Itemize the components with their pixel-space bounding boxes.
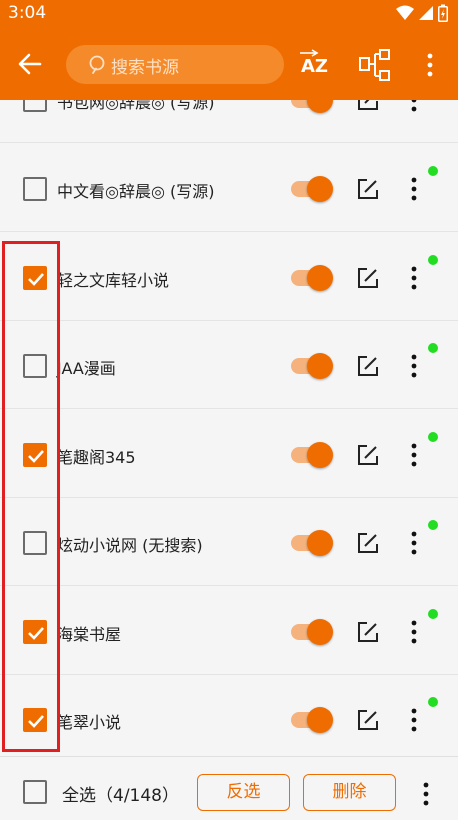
battery-icon xyxy=(438,4,448,22)
more-vert-icon xyxy=(411,177,417,201)
status-dot xyxy=(428,343,438,353)
more-vert-icon xyxy=(427,53,433,77)
edit-button[interactable] xyxy=(356,531,380,555)
sort-az-icon: AZ xyxy=(300,49,328,77)
edit-button[interactable] xyxy=(356,177,380,201)
edit-icon xyxy=(358,710,378,730)
edit-icon xyxy=(358,356,378,376)
row-more-button[interactable] xyxy=(404,619,424,645)
enable-switch[interactable] xyxy=(291,703,333,737)
enable-switch[interactable] xyxy=(291,261,333,295)
edit-button[interactable] xyxy=(356,100,380,112)
edit-icon xyxy=(358,268,378,288)
source-name: 书包网◎辞晨◎ (写源) xyxy=(57,100,215,112)
edit-button[interactable] xyxy=(356,708,380,732)
row-more-button[interactable] xyxy=(404,530,424,556)
search-input[interactable]: 搜索书源 xyxy=(66,45,284,84)
bottom-more-button[interactable] xyxy=(416,781,436,807)
edit-icon xyxy=(358,445,378,465)
selection-highlight-box xyxy=(2,241,60,752)
row-more-button[interactable] xyxy=(404,353,424,379)
row-checkbox[interactable] xyxy=(23,100,47,112)
status-dot xyxy=(428,166,438,176)
status-bar: 3:04 xyxy=(0,0,458,28)
list-item[interactable]: 笔趣阁345 xyxy=(0,410,458,498)
row-more-button[interactable] xyxy=(404,707,424,733)
list-item[interactable]: 书包网◎辞晨◎ (写源) xyxy=(0,100,458,143)
select-all-label[interactable]: 全选（4/148） xyxy=(62,781,179,806)
enable-switch[interactable] xyxy=(291,100,333,117)
status-dot xyxy=(428,520,438,530)
status-dot xyxy=(428,255,438,265)
source-name: 轻之文库轻小说 xyxy=(57,271,170,290)
edit-button[interactable] xyxy=(356,620,380,644)
enable-switch[interactable] xyxy=(291,349,333,383)
status-dot xyxy=(428,432,438,442)
more-vert-icon xyxy=(411,443,417,467)
sort-az-button[interactable]: AZ xyxy=(294,48,334,82)
source-name: 中文看◎辞晨◎ (写源) xyxy=(57,182,215,201)
arrow-back-icon xyxy=(18,53,42,75)
more-vert-icon xyxy=(411,531,417,555)
source-name: JAA漫画 xyxy=(57,359,116,378)
edit-icon xyxy=(358,533,378,553)
search-icon xyxy=(89,55,105,74)
group-icon xyxy=(359,49,390,81)
more-vert-icon xyxy=(423,782,429,806)
wifi-icon xyxy=(396,5,414,20)
more-vert-icon xyxy=(411,354,417,378)
app-bar: 搜索书源 AZ xyxy=(0,28,458,100)
list-item[interactable]: 炫动小说网 (无搜索) xyxy=(0,498,458,586)
edit-icon xyxy=(358,179,378,199)
row-more-button[interactable] xyxy=(404,265,424,291)
more-vert-icon xyxy=(411,266,417,290)
status-time: 3:04 xyxy=(8,3,47,23)
invert-selection-button[interactable]: 反选 xyxy=(197,774,290,811)
list-item[interactable]: 海棠书屋 xyxy=(0,587,458,675)
more-vert-icon xyxy=(411,100,417,112)
search-placeholder: 搜索书源 xyxy=(111,58,179,78)
edit-icon xyxy=(358,100,378,110)
status-dot xyxy=(428,697,438,707)
more-vert-icon xyxy=(411,620,417,644)
enable-switch[interactable] xyxy=(291,172,333,206)
list-item[interactable]: 中文看◎辞晨◎ (写源) xyxy=(0,144,458,232)
row-more-button[interactable] xyxy=(404,100,424,113)
signal-icon xyxy=(419,6,433,20)
source-name: 海棠书屋 xyxy=(57,625,122,644)
select-all-checkbox[interactable] xyxy=(23,780,47,804)
list-item[interactable]: JAA漫画 xyxy=(0,321,458,409)
list-item[interactable]: 笔翠小说 xyxy=(0,675,458,756)
row-checkbox[interactable] xyxy=(23,177,47,201)
source-list[interactable]: 书包网◎辞晨◎ (写源) 中文看◎辞晨◎ (写源) 轻之文库轻小说 JAA漫画 … xyxy=(0,100,458,756)
more-vert-icon xyxy=(411,708,417,732)
source-name: 笔趣阁345 xyxy=(57,448,136,467)
source-name: 笔翠小说 xyxy=(57,713,122,732)
enable-switch[interactable] xyxy=(291,526,333,560)
sort-az-label: AZ xyxy=(301,56,328,77)
source-name: 炫动小说网 (无搜索) xyxy=(57,536,203,555)
row-more-button[interactable] xyxy=(404,176,424,202)
enable-switch[interactable] xyxy=(291,615,333,649)
row-more-button[interactable] xyxy=(404,442,424,468)
group-button[interactable] xyxy=(358,48,394,82)
delete-button[interactable]: 删除 xyxy=(303,774,396,811)
edit-button[interactable] xyxy=(356,354,380,378)
status-dot xyxy=(428,609,438,619)
more-menu-button[interactable] xyxy=(418,48,442,82)
enable-switch[interactable] xyxy=(291,438,333,472)
back-button[interactable] xyxy=(12,46,48,82)
edit-icon xyxy=(358,622,378,642)
bottom-bar: 全选（4/148） 反选 删除 xyxy=(0,756,458,820)
edit-button[interactable] xyxy=(356,443,380,467)
list-item[interactable]: 轻之文库轻小说 xyxy=(0,233,458,321)
edit-button[interactable] xyxy=(356,266,380,290)
